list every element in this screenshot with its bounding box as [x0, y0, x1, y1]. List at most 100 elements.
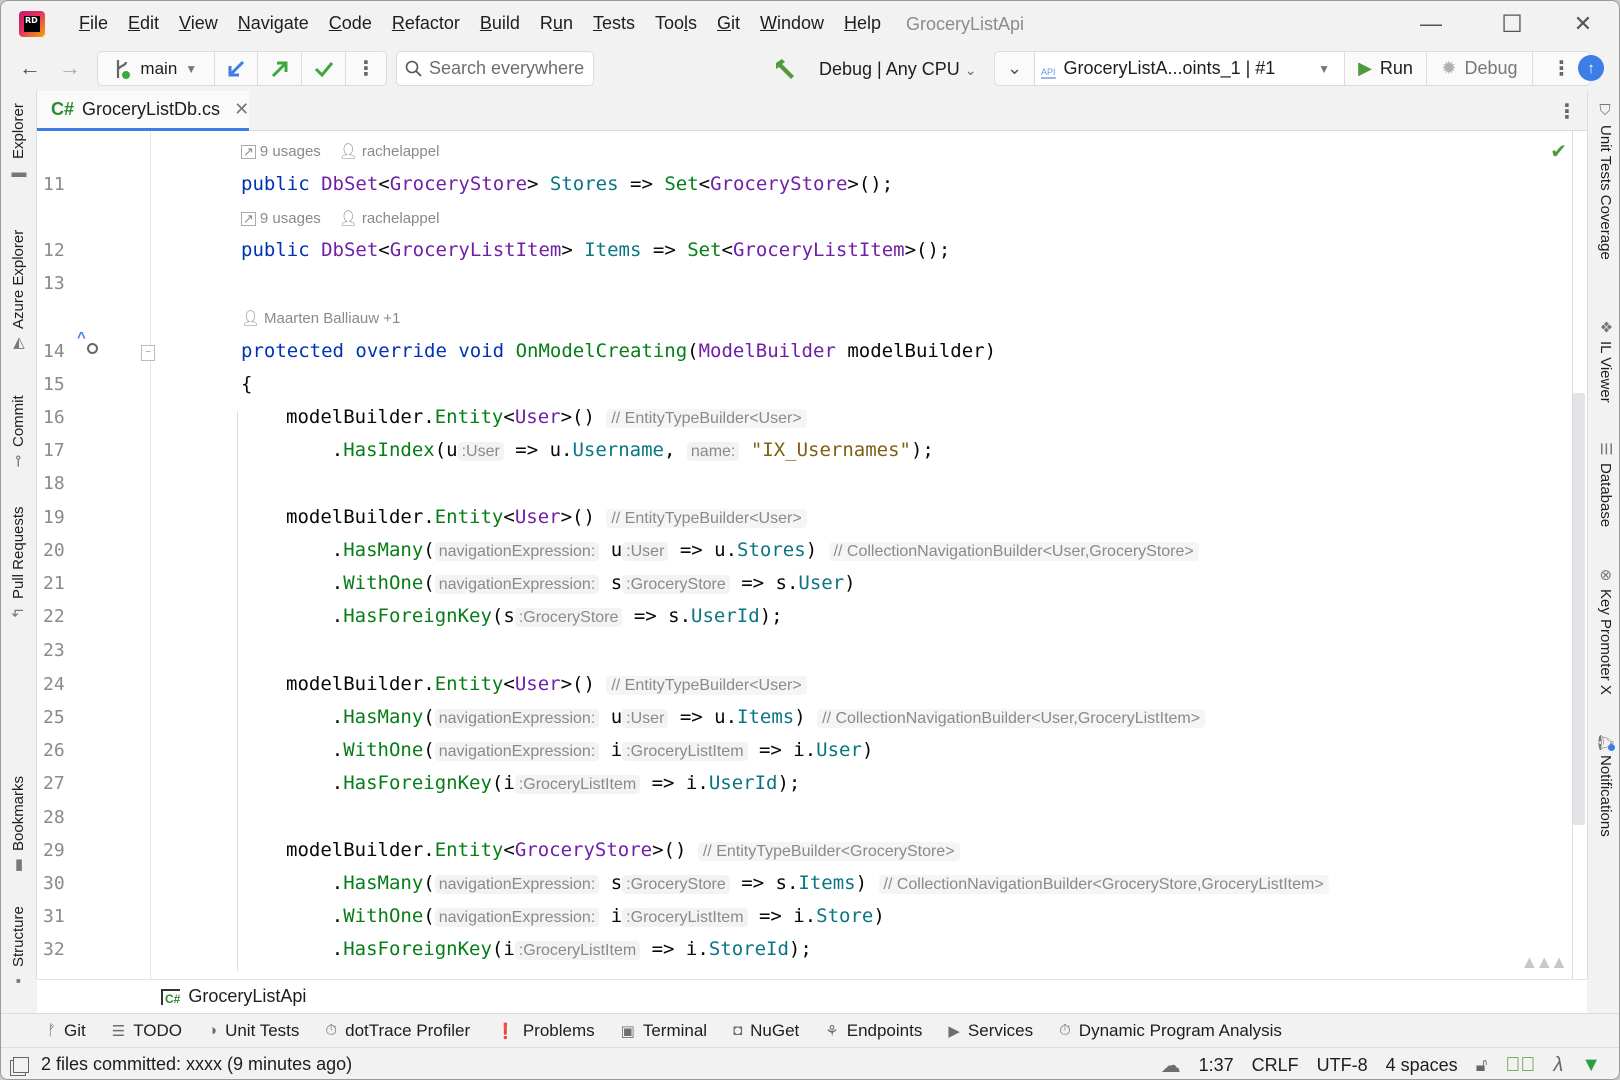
stripe-tab-bookmarks[interactable]: ▮ Bookmarks [10, 776, 27, 873]
line-number[interactable]: 23 [43, 634, 83, 667]
menu-navigate[interactable]: Navigate [228, 13, 319, 34]
line-number[interactable]: 32 [43, 933, 83, 966]
stripe-tab-unit-tests-coverage[interactable]: ⛉ Unit Tests Coverage [1597, 102, 1614, 260]
solution-configuration-selector[interactable]: Debug | Any CPU ⌄ [819, 59, 977, 80]
reader-mode-icon[interactable]: ▲▲▲ [1521, 952, 1568, 973]
close-tab-icon[interactable]: ✕ [234, 99, 249, 120]
tab-options-icon[interactable]: ⋮ [1557, 99, 1577, 124]
tool-window-git[interactable]: ᚠ Git [47, 1021, 86, 1041]
line-number[interactable]: 28 [43, 801, 83, 834]
line-number[interactable]: 14 [43, 335, 83, 368]
search-input[interactable] [429, 58, 589, 79]
tool-window-unit-tests[interactable]: ◑ Unit Tests [208, 1021, 299, 1041]
menu-tools[interactable]: Tools [645, 13, 707, 34]
line-number[interactable]: 22 [43, 600, 83, 633]
caret-position[interactable]: 1:37 [1199, 1055, 1234, 1076]
resharper-status-icon[interactable]: ▼ [1581, 1054, 1601, 1077]
menu-code[interactable]: Code [319, 13, 382, 34]
menu-view[interactable]: View [169, 13, 228, 34]
line-number[interactable]: 17 [43, 434, 83, 467]
editor-tab-grocerylistdb[interactable]: C# GroceryListDb.cs ✕ [37, 91, 249, 131]
tool-window-dynamic-program-analysis[interactable]: ⏱ Dynamic Program Analysis [1059, 1021, 1282, 1041]
menu-run[interactable]: Run [530, 13, 583, 34]
menu-edit[interactable]: Edit [118, 13, 169, 34]
forward-button[interactable]: → [59, 55, 81, 81]
menu-tests[interactable]: Tests [583, 13, 645, 34]
scrollbar-thumb[interactable] [1573, 393, 1585, 825]
usages-lens[interactable]: ↗ 9 usages [241, 206, 321, 232]
line-number[interactable]: 20 [43, 534, 83, 567]
line-number[interactable]: 16 [43, 401, 83, 434]
stripe-tab-azure-explorer[interactable]: ◭ Azure Explorer [10, 230, 27, 351]
tool-window-todo[interactable]: ☰ TODO [112, 1021, 182, 1041]
line-number[interactable]: 13 [43, 267, 83, 300]
line-number[interactable]: 11 [43, 168, 83, 201]
build-button[interactable] [773, 57, 799, 86]
update-project-button[interactable] [215, 52, 259, 85]
stripe-tab-il-viewer[interactable]: ❖ IL Viewer [1597, 319, 1615, 402]
push-button[interactable] [258, 52, 303, 85]
run-button[interactable]: ▶ Run [1345, 52, 1427, 85]
usages-lens[interactable]: ↗ 9 usages [241, 139, 321, 165]
tool-windows-toggle-icon[interactable] [13, 1056, 29, 1073]
close-window-button[interactable]: ✕ [1563, 9, 1603, 39]
stripe-tab-database[interactable]: ☰ Database [1597, 441, 1615, 527]
cloud-settings-icon[interactable]: ☁︎ [1161, 1053, 1181, 1078]
menu-git[interactable]: Git [707, 13, 750, 34]
status-message[interactable]: 2 files committed: xxxx (9 minutes ago) [41, 1054, 352, 1075]
line-number[interactable]: 18 [43, 467, 83, 500]
line-number[interactable]: 25 [43, 701, 83, 734]
run-config-dropdown-toggle[interactable]: ⌄ [995, 52, 1035, 85]
ide-update-icon[interactable]: ↑ [1578, 55, 1604, 81]
stripe-tab-key-promoter-x[interactable]: ⊗ Key Promoter X [1597, 567, 1615, 695]
minimize-button[interactable]: — [1411, 9, 1451, 39]
line-number[interactable]: 31 [43, 900, 83, 933]
unlock-icon[interactable]: 🔓︎ [1476, 1055, 1488, 1076]
menu-window[interactable]: Window [750, 13, 834, 34]
line-number[interactable]: 30 [43, 867, 83, 900]
search-everywhere[interactable] [396, 51, 594, 86]
rider-logo-icon[interactable]: RD [19, 11, 45, 37]
tool-window-problems[interactable]: ❗ Problems [496, 1021, 595, 1041]
tool-window-terminal[interactable]: ▣ Terminal [621, 1021, 707, 1041]
tool-window-dottrace-profiler[interactable]: ⏱ dotTrace Profiler [325, 1021, 470, 1041]
lambda-icon[interactable]: λ [1553, 1054, 1563, 1077]
implementation-marker-icon[interactable] [87, 343, 98, 354]
line-number[interactable]: 21 [43, 567, 83, 600]
inspection-status-icon[interactable]: ✓⃝ [1505, 1054, 1535, 1077]
line-number[interactable]: 27 [43, 767, 83, 800]
commit-button[interactable] [302, 52, 347, 85]
menu-file[interactable]: File [69, 13, 118, 34]
tool-window-nuget[interactable]: ◘ NuGet [733, 1021, 799, 1041]
author-lens[interactable]: 👤︎ rachelappel [339, 206, 440, 232]
line-number[interactable]: 24 [43, 668, 83, 701]
breadcrumb-project[interactable]: GroceryListApi [188, 986, 306, 1007]
tool-window-services[interactable]: ▶ Services [948, 1021, 1033, 1041]
author-lens[interactable]: 👤︎ Maarten Balliauw +1 [241, 306, 400, 332]
line-number[interactable]: 19 [43, 501, 83, 534]
menu-help[interactable]: Help [834, 13, 891, 34]
stripe-tab-commit[interactable]: ⊸ Commit [10, 395, 28, 469]
line-number[interactable]: 29 [43, 834, 83, 867]
line-number[interactable]: 15 [43, 368, 83, 401]
stripe-tab-explorer[interactable]: ▬ Explorer [10, 103, 27, 181]
stripe-tab-pull-requests[interactable]: ↰ Pull Requests [10, 506, 28, 621]
more-vcs-actions-icon[interactable]: ⋮ [346, 52, 386, 85]
code-editor[interactable]: ^ − 11 12 13 14 15 16 17 18 19 20 21 22 23 24 25 26 27 28… [37, 131, 1587, 979]
line-number[interactable]: 26 [43, 734, 83, 767]
maximize-button[interactable]: ☐ [1492, 9, 1532, 39]
author-lens[interactable]: 👤︎ rachelappel [339, 139, 440, 165]
file-encoding[interactable]: UTF-8 [1317, 1055, 1368, 1076]
line-separator[interactable]: CRLF [1252, 1055, 1299, 1076]
back-button[interactable]: ← [19, 55, 41, 81]
branch-selector[interactable]: main ▼ [98, 52, 215, 85]
line-number[interactable]: 12 [43, 234, 83, 267]
code-area[interactable]: ↗ 9 usages 👤︎ rachelappel public DbSet<Gro… [151, 131, 1531, 979]
stripe-tab-structure[interactable]: ▪ Structure [10, 906, 28, 989]
tool-window-endpoints[interactable]: ⚘ Endpoints [825, 1021, 922, 1041]
inspection-ok-icon[interactable]: ✔ [1550, 139, 1567, 164]
stripe-tab-notifications[interactable]: 🔔︎ Notifications [1597, 733, 1616, 837]
debug-button[interactable]: ✹ Debug [1427, 52, 1533, 85]
menu-refactor[interactable]: Refactor [382, 13, 470, 34]
run-configuration-selector[interactable]: API GroceryListA...oints_1 | #1 ▼ [1035, 52, 1345, 85]
